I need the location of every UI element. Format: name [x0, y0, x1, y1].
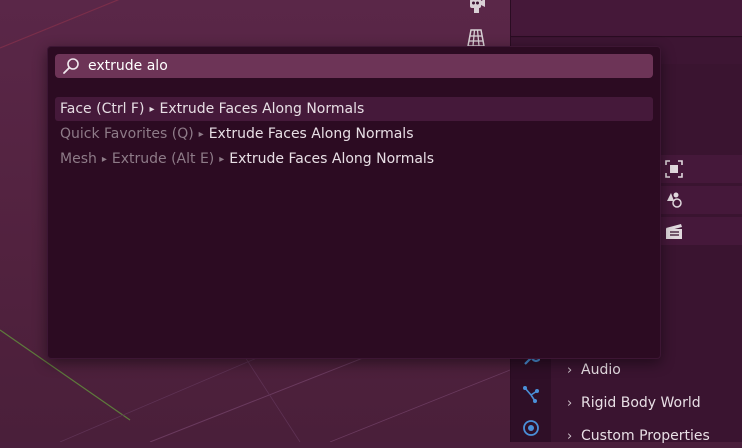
search-input[interactable] — [84, 55, 653, 77]
section-label: Audio — [581, 362, 621, 378]
chevron-right-icon: › — [567, 428, 573, 444]
camera-icon — [470, 0, 485, 13]
search-field[interactable] — [55, 54, 653, 78]
physics-shapes-button[interactable] — [661, 187, 687, 213]
frame-button[interactable] — [661, 156, 687, 182]
search-result-item[interactable]: Mesh ▸ Extrude (Alt E) ▸ Extrude Faces Along… — [55, 147, 653, 171]
result-operator-name: Extrude Faces Along Normals — [208, 126, 414, 142]
section-rigid-body-world[interactable]: › Rigid Body World — [567, 391, 701, 415]
clapboard-icon — [666, 224, 682, 239]
breadcrumb-arrow-icon: ▸ — [219, 153, 225, 165]
grid-icon — [467, 29, 485, 47]
camera-view-button[interactable] — [466, 0, 494, 24]
search-icon — [58, 54, 84, 78]
physics-icon — [523, 420, 539, 436]
result-operator-name: Extrude Faces Along Normals — [229, 151, 435, 167]
breadcrumb-arrow-icon: ▸ — [198, 128, 204, 140]
breadcrumb-arrow-icon: ▸ — [149, 103, 155, 115]
result-operator-name: Extrude Faces Along Normals — [159, 101, 365, 117]
tab-particles[interactable] — [519, 382, 543, 406]
properties-header — [511, 0, 742, 37]
result-menu-path: Face (Ctrl F) — [60, 101, 145, 117]
search-results: Face (Ctrl F) ▸ Extrude Faces Along Normal… — [55, 97, 653, 172]
result-menu-path: Quick Favorites (Q) — [60, 126, 194, 142]
chevron-right-icon: › — [567, 395, 573, 411]
particles-icon — [523, 386, 539, 403]
frame-icon — [665, 160, 683, 178]
search-result-item[interactable]: Face (Ctrl F) ▸ Extrude Faces Along Normal… — [55, 97, 653, 121]
shapes-icon — [667, 192, 682, 208]
chevron-right-icon: › — [567, 362, 573, 378]
tab-physics[interactable] — [519, 416, 543, 440]
result-menu-path: Extrude (Alt E) — [111, 151, 215, 167]
section-label: Rigid Body World — [581, 395, 701, 411]
section-audio[interactable]: › Audio — [567, 358, 621, 382]
search-result-item[interactable]: Quick Favorites (Q) ▸ Extrude Faces Along … — [55, 122, 653, 146]
operator-search-popup: Face (Ctrl F) ▸ Extrude Faces Along Normal… — [47, 46, 661, 359]
result-menu-path: Mesh — [60, 151, 97, 167]
section-custom-properties[interactable]: › Custom Properties — [567, 424, 710, 448]
clapboard-button[interactable] — [661, 218, 687, 244]
breadcrumb-arrow-icon: ▸ — [101, 153, 107, 165]
